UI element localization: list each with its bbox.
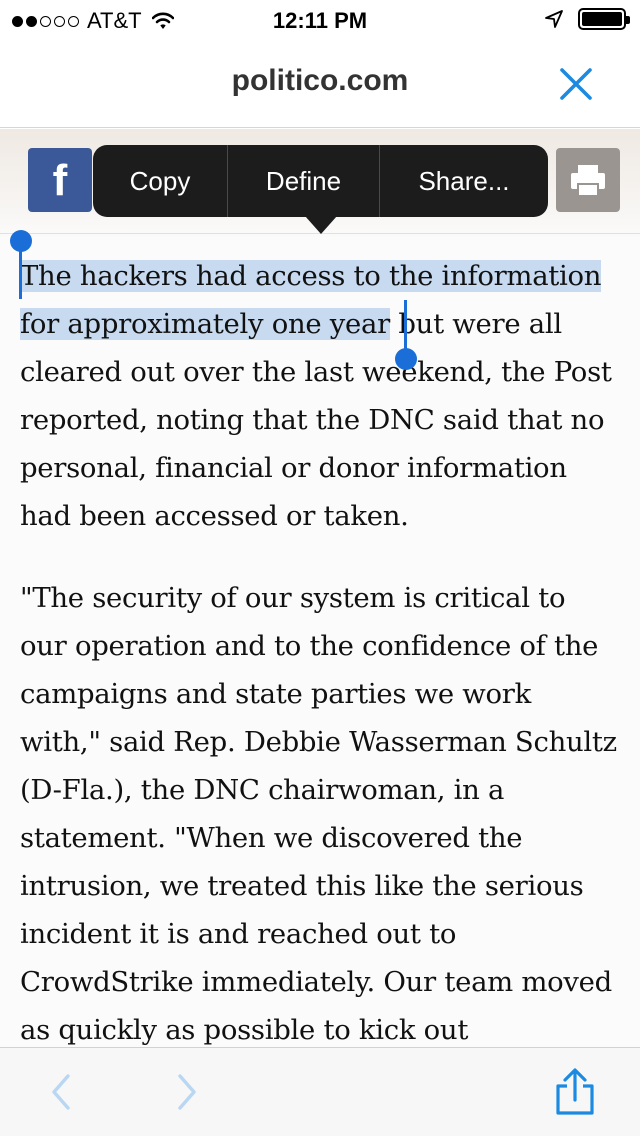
signal-dot <box>26 15 37 27</box>
battery-tip <box>626 16 630 24</box>
chevron-right-icon[interactable] <box>172 1072 202 1112</box>
signal-dot <box>54 15 65 27</box>
paragraph-text: but were all cleared out over the last w… <box>20 308 612 532</box>
print-button[interactable] <box>556 148 620 212</box>
chevron-left-icon[interactable] <box>46 1072 76 1112</box>
share-menu-item[interactable]: Share... <box>380 145 548 217</box>
location-arrow-icon <box>545 10 563 28</box>
share-icon[interactable] <box>552 1068 598 1116</box>
carrier-name: AT&T <box>87 8 142 33</box>
battery-level <box>582 12 622 26</box>
battery-icon <box>578 8 630 30</box>
edit-menu-pointer <box>305 216 337 234</box>
signal-dot <box>12 15 23 27</box>
signal-strength-icon <box>12 15 79 27</box>
define-menu-item[interactable]: Define <box>228 145 380 217</box>
wifi-icon <box>151 12 174 29</box>
copy-menu-item[interactable]: Copy <box>93 145 228 217</box>
status-right <box>544 8 630 30</box>
print-icon <box>571 165 605 197</box>
selection-start-bar <box>19 249 22 299</box>
signal-dot <box>68 15 79 27</box>
edit-menu: Copy Define Share... <box>93 145 548 217</box>
selection-end-handle[interactable] <box>395 348 417 370</box>
close-icon[interactable] <box>556 64 596 104</box>
page-url[interactable]: politico.com <box>0 64 640 98</box>
article-paragraph-1: The hackers had access to the informatio… <box>20 252 620 540</box>
bottom-toolbar <box>0 1047 640 1136</box>
selection-end-bar <box>404 300 407 350</box>
status-left: AT&T <box>12 8 174 34</box>
signal-dot <box>40 15 51 27</box>
status-bar: AT&T 12:11 PM <box>0 0 640 40</box>
article-content[interactable]: f The hackers had access to the informat… <box>0 129 640 1047</box>
facebook-share-button[interactable]: f <box>28 148 92 212</box>
article-paragraph-2: "The security of our system is critical … <box>20 582 617 1046</box>
address-header: politico.com <box>0 40 640 128</box>
